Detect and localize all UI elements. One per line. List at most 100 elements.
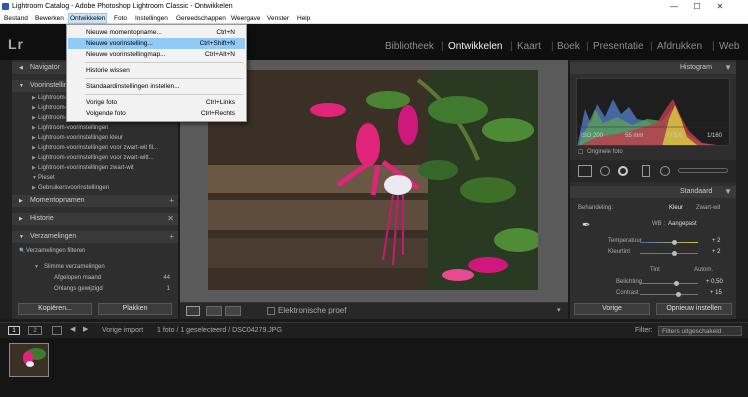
snapshots-header[interactable]: ▶ Momentopnamen +	[12, 195, 178, 207]
module-presentatie[interactable]: Presentatie	[593, 41, 644, 52]
contrast-value[interactable]: + 15	[710, 290, 722, 296]
left-panel-handle[interactable]	[0, 60, 12, 319]
treatment-color-option[interactable]: Kleur	[669, 205, 683, 211]
prev-arrow-icon[interactable]: ◀	[70, 325, 75, 333]
module-afdrukken[interactable]: Afdrukken	[657, 41, 702, 52]
preset-folder[interactable]: ▶Lightroom-voorinstellingen	[12, 124, 178, 133]
menu-help[interactable]: Help	[296, 13, 311, 24]
menu-item-new-preset-folder[interactable]: Nieuwe voorinstellingmap... Ctrl+Alt+N	[68, 49, 245, 60]
smart-collections-folder[interactable]: ▼ Slimme verzamelingen	[12, 263, 178, 272]
menu-bewerken[interactable]: Bewerken	[34, 13, 65, 24]
temp-value[interactable]: + 2	[712, 238, 721, 244]
exif-focal: 55 mm	[625, 133, 644, 139]
filmstrip	[0, 338, 748, 397]
loupe-view-button[interactable]	[186, 306, 200, 316]
filmstrip-bar: 1 2 ◀ ▶ Vorige import 1 foto / 1 geselec…	[0, 322, 748, 338]
original-photo-label: Originele foto	[587, 149, 623, 155]
red-eye-icon[interactable]	[618, 166, 628, 176]
wb-select[interactable]: Aangepast	[668, 221, 697, 227]
photo-fuchsia	[208, 70, 538, 290]
preset-folder[interactable]: ▶ Lightroom-voorinstellingen zwart-wit	[12, 164, 178, 173]
tint-label: Kleurtint	[608, 249, 631, 255]
wb-eyedropper-icon[interactable]: ✒	[582, 220, 590, 231]
original-photo-checkbox[interactable]: ☐	[578, 149, 583, 156]
history-header[interactable]: ▶ Historie ✕	[12, 213, 178, 225]
menu-instellingen[interactable]: Instellingen	[134, 13, 169, 24]
screen-1-button[interactable]: 1	[8, 326, 20, 335]
spot-removal-icon[interactable]	[600, 166, 610, 176]
soft-proof-checkbox[interactable]	[267, 307, 275, 315]
reset-button[interactable]: Opnieuw instellen	[656, 303, 732, 315]
menu-item-set-defaults[interactable]: Standaardinstellingen instellen...	[68, 81, 245, 92]
filter-collections-field[interactable]: 🔍 Verzamelingen filteren	[12, 247, 178, 256]
wb-label: WB :	[652, 221, 665, 227]
toolbar: Elektronische proef ▾	[180, 302, 568, 319]
preset-folder[interactable]: ▶ Lightroom-voorinstellingen voor zwart-w…	[12, 154, 178, 163]
adjustment-brush-icon[interactable]	[678, 168, 728, 173]
selection-info[interactable]: 1 foto / 1 geselecteerd / DSC04279.JPG	[157, 327, 282, 334]
exposure-slider[interactable]	[674, 281, 679, 286]
menu-venster[interactable]: Venster	[266, 13, 290, 24]
menu-item-next-photo[interactable]: Volgende foto Ctrl+Rechts	[68, 108, 245, 119]
preset-folder[interactable]: ▼ Pieset	[12, 174, 178, 183]
title-bar: Lightroom Catalog - Adobe Photoshop Ligh…	[0, 0, 748, 13]
maximize-button[interactable]: ☐	[686, 0, 708, 13]
menu-gereedschappen[interactable]: Gereedschappen	[175, 13, 227, 24]
exif-iso: ISO 200	[581, 133, 604, 139]
basic-header[interactable]: Standaard ▼	[570, 186, 736, 198]
graduated-filter-icon[interactable]	[642, 165, 650, 177]
right-panel-handle[interactable]	[736, 60, 748, 319]
window-title: Lightroom Catalog - Adobe Photoshop Ligh…	[12, 3, 233, 10]
preset-folder[interactable]: ▶ Gebruikersvoorinstellingen	[12, 184, 178, 193]
menu-foto[interactable]: Foto	[113, 13, 128, 24]
preset-folder[interactable]: ▶ Lightroom-voorinstellingen kleur	[12, 134, 178, 143]
crop-tool-icon[interactable]	[578, 165, 592, 177]
previous-button[interactable]: Vorige	[574, 303, 650, 315]
collection-item[interactable]: Onlangs gewijzigd 1	[12, 285, 178, 294]
before-after-button[interactable]	[206, 306, 222, 316]
paste-button[interactable]: Plakken	[98, 303, 172, 315]
radial-filter-icon[interactable]	[660, 166, 670, 176]
toolbar-menu-chevron-icon[interactable]: ▾	[557, 306, 561, 314]
tool-strip	[570, 160, 736, 182]
menu-item-clear-history[interactable]: Historie wissen	[68, 65, 245, 76]
menu-weergave[interactable]: Weergave	[230, 13, 262, 24]
histogram-header[interactable]: Histogram ▼	[570, 62, 736, 74]
module-kaart[interactable]: Kaart	[517, 41, 541, 52]
close-button[interactable]: ✕	[709, 0, 731, 13]
exposure-label: Belichting	[616, 279, 643, 285]
before-after-toggle-button[interactable]	[225, 306, 241, 316]
tint-slider[interactable]	[672, 251, 677, 256]
collection-item[interactable]: Afgelopen maand 44	[12, 274, 178, 283]
preset-folder[interactable]: ▶ Lightroom-voorinstellingen voor zwart-w…	[12, 144, 178, 153]
treatment-bw-option[interactable]: Zwart-wit	[696, 205, 720, 211]
tone-label: Tint	[650, 267, 660, 273]
collections-header[interactable]: ▼ Verzamelingen +	[12, 231, 178, 243]
temp-slider[interactable]	[672, 240, 677, 245]
module-bibliotheek[interactable]: Bibliotheek	[385, 41, 434, 52]
soft-proof-label: Elektronische proef	[278, 306, 347, 315]
menu-ontwikkelen[interactable]: Ontwikkelen	[68, 13, 108, 24]
auto-tone-button[interactable]: Autom.	[694, 267, 713, 273]
filmstrip-thumbnail[interactable]	[9, 343, 49, 377]
prev-import-label[interactable]: Vorige import	[102, 327, 143, 334]
menu-item-new-preset[interactable]: Nieuwe voorinstelling... Ctrl+Shift+N	[68, 38, 245, 49]
next-arrow-icon[interactable]: ▶	[83, 325, 88, 333]
filter-select[interactable]: Filters uitgeschakeld	[658, 326, 742, 336]
menu-bestand[interactable]: Bestand	[3, 13, 29, 24]
contrast-slider[interactable]	[676, 292, 681, 297]
module-boek[interactable]: Boek	[557, 41, 580, 52]
menu-item-previous-photo[interactable]: Vorige foto Ctrl+Links	[68, 97, 245, 108]
module-web[interactable]: Web	[719, 41, 739, 52]
screen-2-button[interactable]: 2	[28, 326, 42, 335]
module-ontwikkelen[interactable]: Ontwikkelen	[448, 41, 502, 52]
copy-button[interactable]: Kopiëren...	[18, 303, 92, 315]
grid-view-icon[interactable]	[52, 326, 62, 335]
menu-bar: Bestand Bewerken Ontwikkelen Foto Instel…	[0, 13, 748, 24]
exposure-value[interactable]: + 0,50	[706, 279, 723, 285]
minimize-button[interactable]: —	[663, 0, 685, 13]
menu-item-new-snapshot[interactable]: Nieuwe momentopname... Ctrl+N	[68, 27, 245, 38]
develop-menu-dropdown: Nieuwe momentopname... Ctrl+N Nieuwe voor…	[66, 24, 247, 122]
contrast-label: Contrast	[616, 290, 639, 296]
tint-value[interactable]: + 2	[712, 249, 721, 255]
